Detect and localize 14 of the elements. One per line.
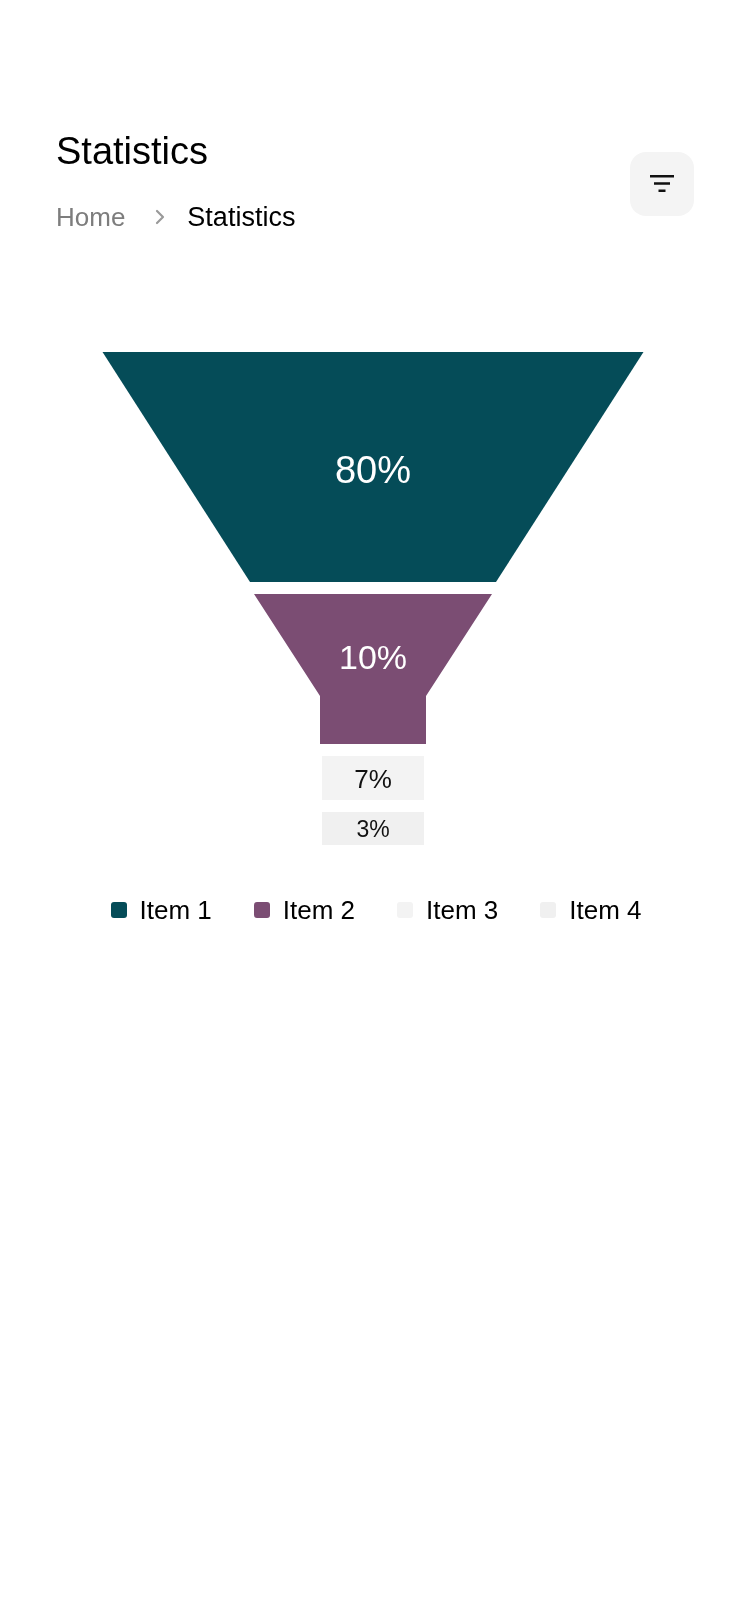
segment-percentage: 10% xyxy=(338,638,408,676)
chevron-right-icon xyxy=(155,209,166,225)
segment-percentage: 80% xyxy=(334,449,412,491)
breadcrumb-current: Statistics xyxy=(187,201,296,233)
breadcrumb-link[interactable]: Home xyxy=(56,201,126,233)
legend-label: Item 1 xyxy=(139,895,212,925)
legend-label: Item 2 xyxy=(282,895,355,925)
segment-percentage: 3% xyxy=(356,816,390,842)
filter-icon xyxy=(650,175,674,192)
segment-percentage: 7% xyxy=(354,764,392,794)
legend-label: Item 4 xyxy=(569,895,642,925)
page-title: Statistics xyxy=(56,129,210,174)
filter-button[interactable] xyxy=(630,151,694,216)
legend-label: Item 3 xyxy=(426,895,499,925)
